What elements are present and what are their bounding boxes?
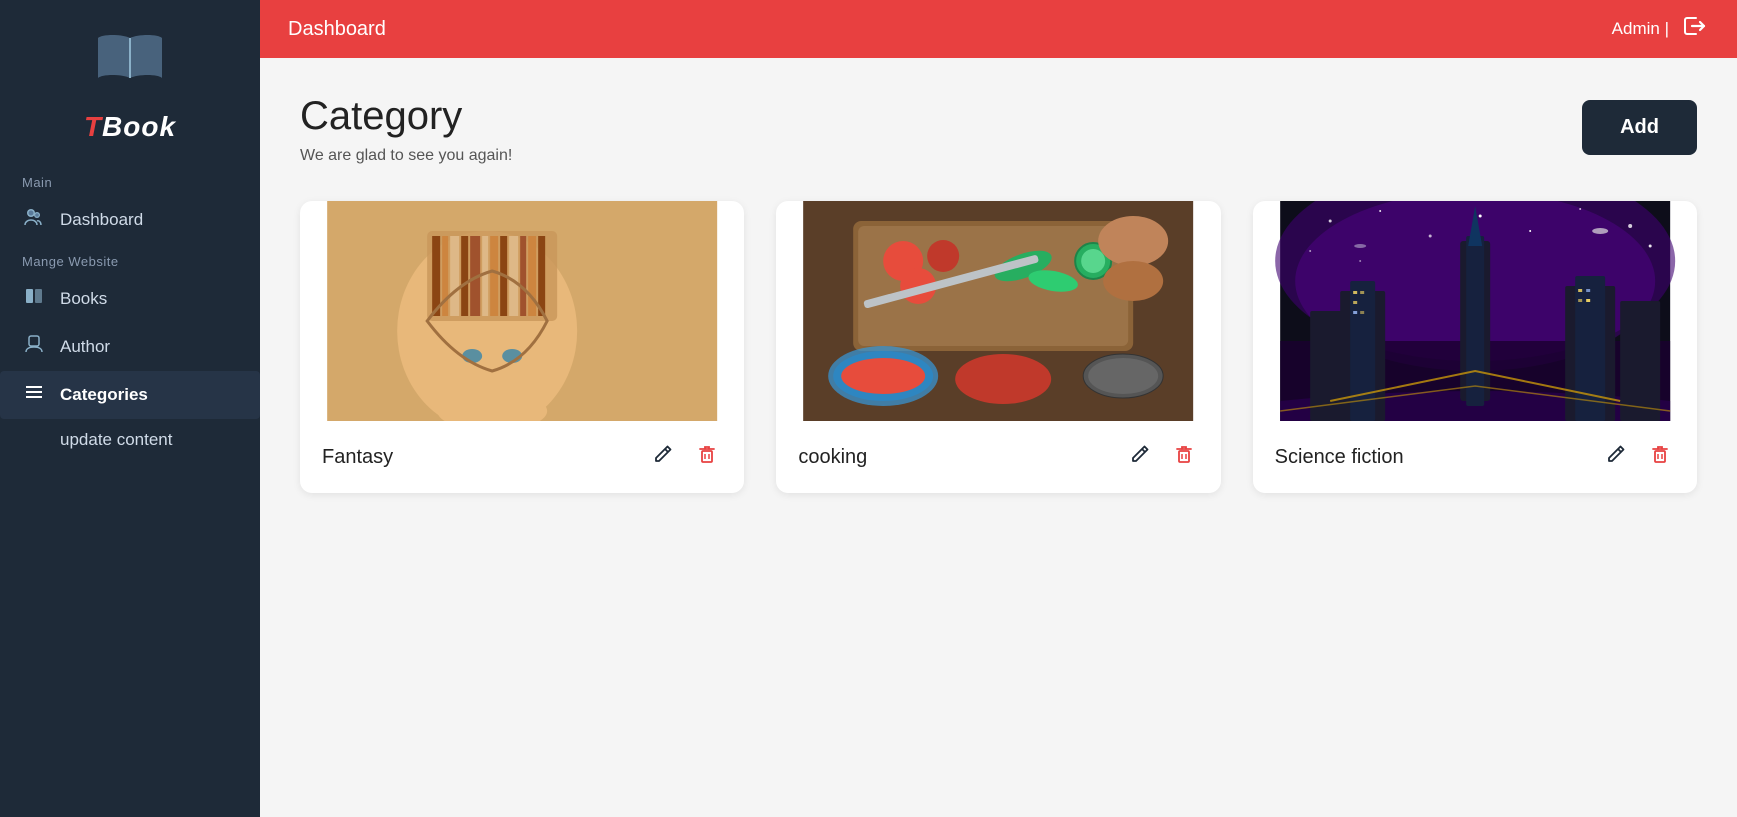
fantasy-card-image: [300, 201, 744, 421]
sci-fi-actions: [1601, 439, 1675, 475]
fantasy-delete-button[interactable]: [692, 439, 722, 475]
sidebar-author-label: Author: [60, 337, 110, 357]
sci-fi-delete-button[interactable]: [1645, 439, 1675, 475]
sidebar-item-books[interactable]: Books: [0, 275, 260, 323]
brand-t: T: [84, 111, 102, 142]
top-header: Dashboard Admin |: [260, 0, 1737, 58]
page-header-row: Category We are glad to see you again! A…: [300, 94, 1697, 165]
sidebar-update-label: update content: [60, 430, 172, 450]
sidebar-logo-container: [0, 0, 260, 111]
categories-icon: [22, 382, 46, 408]
books-icon: [22, 286, 46, 312]
section-manage-label: Mange Website: [0, 244, 260, 275]
dashboard-icon: [22, 207, 46, 233]
page-title: Category: [300, 94, 512, 139]
category-card-sci-fi: Science fiction: [1253, 201, 1697, 493]
author-icon: [22, 334, 46, 360]
section-main-label: Main: [0, 165, 260, 196]
cooking-delete-button[interactable]: [1169, 439, 1199, 475]
main-content: Dashboard Admin | Category We are glad t…: [260, 0, 1737, 817]
logout-icon[interactable]: [1681, 12, 1709, 46]
header-title: Dashboard: [288, 18, 386, 41]
add-category-button[interactable]: Add: [1582, 100, 1697, 155]
sci-fi-card-image: [1253, 201, 1697, 421]
header-user: Admin |: [1612, 19, 1669, 39]
fantasy-card-footer: Fantasy: [300, 421, 744, 493]
sidebar-categories-label: Categories: [60, 385, 148, 405]
category-card-cooking: cooking: [776, 201, 1220, 493]
page-title-block: Category We are glad to see you again!: [300, 94, 512, 165]
sidebar: TBook Main Dashboard Mange Website Books…: [0, 0, 260, 817]
fantasy-edit-button[interactable]: [648, 439, 678, 475]
sidebar-item-update-content[interactable]: update content: [0, 419, 260, 461]
cooking-edit-button[interactable]: [1125, 439, 1155, 475]
page-body: Category We are glad to see you again! A…: [260, 58, 1737, 817]
sidebar-item-dashboard[interactable]: Dashboard: [0, 196, 260, 244]
fantasy-actions: [648, 439, 722, 475]
sidebar-item-author[interactable]: Author: [0, 323, 260, 371]
cooking-card-image: [776, 201, 1220, 421]
fantasy-label: Fantasy: [322, 446, 393, 469]
sidebar-books-label: Books: [60, 289, 107, 309]
page-subtitle: We are glad to see you again!: [300, 147, 512, 165]
brand-book: Book: [102, 111, 176, 142]
sidebar-item-categories[interactable]: Categories: [0, 371, 260, 419]
cooking-actions: [1125, 439, 1199, 475]
sci-fi-card-footer: Science fiction: [1253, 421, 1697, 493]
sidebar-dashboard-label: Dashboard: [60, 210, 143, 230]
sidebar-brand: TBook: [0, 111, 260, 165]
category-card-fantasy: Fantasy: [300, 201, 744, 493]
cooking-card-footer: cooking: [776, 421, 1220, 493]
book-logo-icon: [94, 28, 166, 93]
categories-grid: Fantasy: [300, 201, 1697, 493]
sci-fi-label: Science fiction: [1275, 446, 1404, 469]
header-right: Admin |: [1612, 12, 1709, 46]
cooking-label: cooking: [798, 446, 867, 469]
sci-fi-edit-button[interactable]: [1601, 439, 1631, 475]
